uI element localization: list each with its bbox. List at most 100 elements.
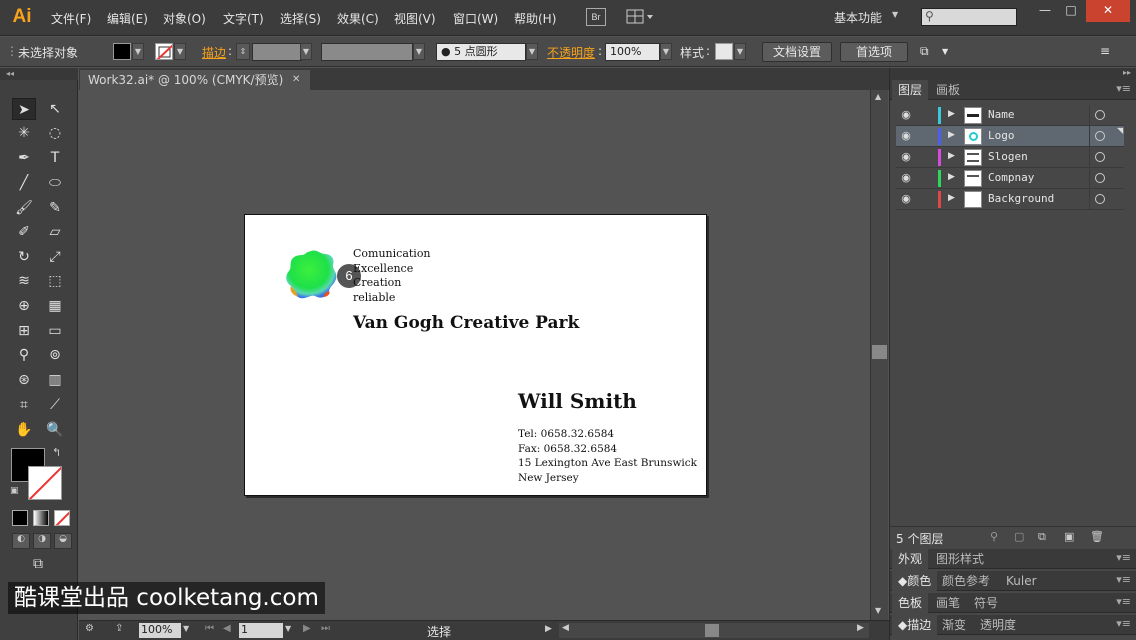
trash-icon[interactable]: 🗑 — [1090, 530, 1104, 543]
document-setup-button[interactable]: 文档设置 — [762, 42, 832, 62]
panel-menu-icon[interactable]: ≡ — [1100, 44, 1110, 58]
tab-brushes[interactable]: 画笔 — [930, 593, 966, 613]
draw-normal-icon[interactable]: ◐ — [12, 533, 30, 549]
layer-name[interactable]: Name — [988, 108, 1015, 121]
stroke-color-box[interactable] — [28, 466, 62, 500]
target-circle-icon[interactable] — [1095, 194, 1105, 204]
tab-graphic-styles[interactable]: 图形样式 — [930, 549, 990, 569]
opacity-dropdown-arrow[interactable]: ▼ — [660, 43, 672, 60]
collapse-arrows-icon[interactable]: ◂◂ — [0, 68, 78, 80]
panel-menu-icon[interactable]: ▾≡ — [1116, 617, 1131, 630]
zoom-field[interactable]: 100% — [139, 623, 181, 638]
tab-gradient[interactable]: 渐变 — [936, 615, 972, 635]
type-tool-icon[interactable]: T — [43, 147, 67, 169]
shape-builder-tool-icon[interactable]: ⊕ — [12, 295, 36, 317]
zoom-tool-icon[interactable]: 🔍 — [43, 419, 67, 441]
target-circle-icon[interactable] — [1095, 110, 1105, 120]
expand-arrows-icon[interactable]: ▸▸ — [1123, 68, 1131, 77]
free-transform-tool-icon[interactable]: ⬚ — [43, 270, 67, 292]
hand-tool-icon[interactable]: ✋ — [12, 419, 36, 441]
close-button[interactable]: ✕ — [1086, 0, 1130, 22]
ellipse-tool-icon[interactable]: ⬭ — [43, 172, 67, 194]
opacity-label[interactable]: 不透明度 — [547, 44, 595, 61]
tab-kuler[interactable]: Kuler — [1000, 571, 1043, 591]
layer-row-background[interactable]: ◉ ▶ Background — [896, 189, 1124, 210]
menu-object[interactable]: 对象(O) — [163, 10, 206, 27]
menu-type[interactable]: 文字(T) — [223, 10, 264, 27]
none-mode-icon[interactable] — [54, 510, 70, 526]
scrollbar-thumb[interactable] — [872, 345, 887, 359]
screen-mode-icon[interactable]: ⧉ — [26, 556, 50, 576]
scroll-down-arrow[interactable]: ▼ — [875, 606, 881, 615]
eye-icon[interactable]: ◉ — [898, 171, 914, 185]
tab-transparency[interactable]: 透明度 — [974, 615, 1022, 635]
expand-triangle-icon[interactable]: ▶ — [948, 109, 955, 119]
stroke-weight-dropdown[interactable]: ▼ — [300, 43, 312, 60]
scrollbar-thumb[interactable] — [705, 624, 719, 637]
gradient-tool-icon[interactable]: ▭ — [43, 320, 67, 342]
perspective-grid-tool-icon[interactable]: ▦ — [43, 295, 67, 317]
stroke-label[interactable]: 描边 — [202, 44, 226, 61]
fill-color-swatch[interactable] — [113, 43, 131, 60]
draw-behind-icon[interactable]: ◑ — [33, 533, 51, 549]
panel-menu-icon[interactable]: ▾≡ — [1116, 551, 1131, 564]
menu-view[interactable]: 视图(V) — [394, 10, 436, 27]
gradient-mode-icon[interactable] — [33, 510, 49, 526]
bridge-button[interactable]: Br — [586, 8, 606, 26]
layer-name[interactable]: Compnay — [988, 171, 1034, 184]
scroll-left-arrow[interactable]: ◀ — [562, 623, 569, 633]
panel-menu-icon[interactable]: ▾≡ — [1116, 573, 1131, 586]
tab-symbols[interactable]: 符号 — [968, 593, 1004, 613]
menu-effect[interactable]: 效果(C) — [337, 10, 379, 27]
brush-dropdown-arrow[interactable]: ▼ — [526, 43, 538, 60]
graphic-style-swatch[interactable] — [715, 43, 733, 60]
scale-tool-icon[interactable]: ⤢ — [43, 246, 67, 268]
next-artboard-icon[interactable]: ▶ — [303, 623, 311, 634]
target-circle-icon[interactable] — [1095, 173, 1105, 183]
tab-layers[interactable]: 图层 — [892, 80, 929, 100]
expand-triangle-icon[interactable]: ▶ — [948, 193, 955, 203]
expand-triangle-icon[interactable]: ▶ — [948, 151, 955, 161]
eye-icon[interactable]: ◉ — [898, 129, 914, 143]
eye-icon[interactable]: ◉ — [898, 150, 914, 164]
tab-stroke[interactable]: ◆描边 — [892, 615, 938, 635]
menu-edit[interactable]: 编辑(E) — [107, 10, 148, 27]
stroke-weight-stepper[interactable]: ⇕ — [236, 43, 250, 60]
layer-row-compnay[interactable]: ◉ ▶ Compnay — [896, 168, 1124, 189]
company-logo-icon[interactable] — [283, 248, 339, 302]
paintbrush-tool-icon[interactable]: 🖌 — [12, 197, 36, 219]
first-artboard-icon[interactable]: ⏮ — [205, 623, 214, 634]
chevron-down-icon[interactable]: ▼ — [285, 624, 291, 633]
clipping-mask-icon[interactable]: ▢ — [1014, 530, 1024, 543]
eraser-tool-icon[interactable]: ▱ — [43, 221, 67, 243]
swap-colors-icon[interactable]: ↰ — [52, 446, 61, 459]
contact-block[interactable]: Tel: 0658.32.6584 Fax: 0658.32.6584 15 L… — [518, 427, 697, 485]
selection-tool-icon[interactable]: ➤ — [12, 98, 36, 120]
eyedropper-tool-icon[interactable]: ⚲ — [12, 344, 36, 366]
pen-tool-icon[interactable]: ✒ — [12, 147, 36, 169]
vertical-scrollbar[interactable]: ▲ ▼ — [870, 90, 888, 620]
navigator-icon[interactable]: ⚙ — [85, 623, 94, 634]
person-name[interactable]: Will Smith — [518, 389, 637, 413]
tab-color[interactable]: ◆颜色 — [892, 571, 938, 591]
maximize-button[interactable]: □ — [1056, 0, 1086, 22]
layer-name[interactable]: Logo — [988, 129, 1015, 142]
artboard-number-field[interactable]: 1 — [239, 623, 283, 638]
chevron-down-icon[interactable]: ▼ — [183, 624, 189, 633]
artboard[interactable]: 6 Comunication Excellence Creation relia… — [244, 214, 707, 496]
stroke-dropdown-arrow[interactable]: ▼ — [174, 43, 186, 60]
style-dropdown-arrow[interactable]: ▼ — [734, 43, 746, 60]
opacity-field[interactable]: 100% — [605, 43, 660, 61]
tab-artboards[interactable]: 画板 — [930, 80, 966, 100]
rotate-tool-icon[interactable]: ↻ — [12, 246, 36, 268]
eye-icon[interactable]: ◉ — [898, 192, 914, 206]
new-layer-icon[interactable]: ▣ — [1064, 530, 1074, 543]
arrange-documents-button[interactable] — [626, 8, 654, 26]
tab-color-guide[interactable]: 颜色参考 — [936, 571, 996, 591]
scroll-up-arrow[interactable]: ▲ — [875, 92, 881, 101]
locate-object-icon[interactable]: ⚲ — [990, 530, 998, 543]
default-colors-icon[interactable]: ▣ — [10, 486, 19, 496]
layer-name[interactable]: Background — [988, 192, 1054, 205]
expand-triangle-icon[interactable]: ▶ — [948, 172, 955, 182]
chevron-down-icon[interactable]: ▼ — [942, 47, 948, 56]
